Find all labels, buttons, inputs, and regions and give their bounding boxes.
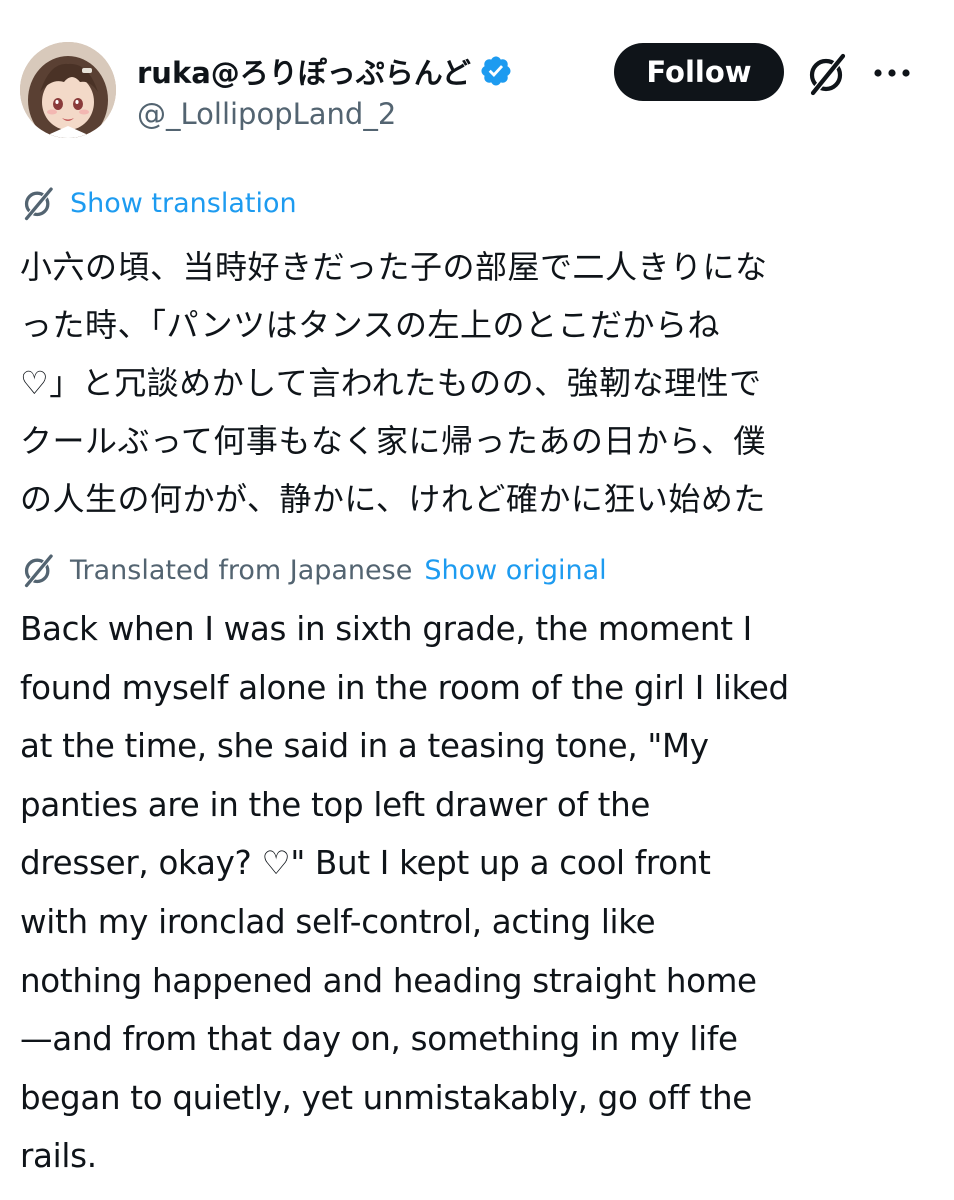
display-name[interactable]: ruka@ろりぽっぷらんど	[137, 50, 471, 92]
post-header: ruka@ろりぽっぷらんど @_LollipopLand_2 Follow	[0, 0, 954, 160]
follow-button[interactable]: Follow	[614, 43, 784, 101]
show-translation-row[interactable]: Show translation	[20, 182, 297, 224]
translated-text-line: panties are in the top left drawer of th…	[20, 785, 651, 824]
grok-translate-icon	[24, 554, 53, 588]
original-text-line: った時、「パンツはタンスの左上のとこだからね	[20, 306, 720, 344]
user-handle[interactable]: @_LollipopLand_2	[137, 97, 396, 131]
grok-icon[interactable]	[805, 52, 849, 96]
translated-text-line: dresser, okay? ♡" But I kept up a cool f…	[20, 844, 711, 883]
post-translated-text: Back when I was in sixth grade, the mome…	[20, 600, 940, 1186]
translated-text-line: nothing happened and heading straight ho…	[20, 961, 757, 1000]
show-translation-link[interactable]: Show translation	[70, 188, 297, 219]
display-name-row[interactable]: ruka@ろりぽっぷらんど	[137, 48, 513, 94]
translated-text-line: Back when I was in sixth grade, the mome…	[20, 610, 752, 648]
translated-text-line: —and from that day on, something in my l…	[20, 1020, 738, 1059]
avatar[interactable]	[20, 42, 116, 138]
post-original-text: 小六の頃、当時好きだった子の部屋で二人きりにな った時、「パンツはタンスの左上の…	[20, 238, 936, 528]
translated-text-line: began to quietly, yet unmistakably, go o…	[20, 1078, 752, 1117]
more-horizontal-icon[interactable]	[872, 60, 912, 86]
translated-text-line: rails.	[20, 1137, 97, 1176]
original-text-line: ♡」と冗談めかして言われたものの、強靭な理性で	[20, 364, 762, 402]
translated-text-line: at the time, she said in a teasing tone,…	[20, 727, 709, 766]
original-text-line: 小六の頃、当時好きだった子の部屋で二人きりにな	[20, 248, 768, 286]
translated-text-line: with my ironclad self-control, acting li…	[20, 902, 656, 941]
show-original-link[interactable]: Show original	[424, 555, 606, 586]
original-text-line: の人生の何かが、静かに、けれど確かに狂い始めた	[20, 480, 766, 518]
translated-from-label: Translated from Japanese	[70, 554, 413, 586]
original-text-line: クールぶって何事もなく家に帰ったあの日から、僕	[20, 422, 766, 460]
translated-text-line: found myself alone in the room of the gi…	[20, 668, 789, 707]
translated-from-row: Translated from Japanese Show original	[20, 549, 607, 591]
verified-badge-icon	[481, 56, 511, 86]
grok-translate-icon	[24, 187, 53, 221]
avatar-image	[20, 42, 116, 138]
